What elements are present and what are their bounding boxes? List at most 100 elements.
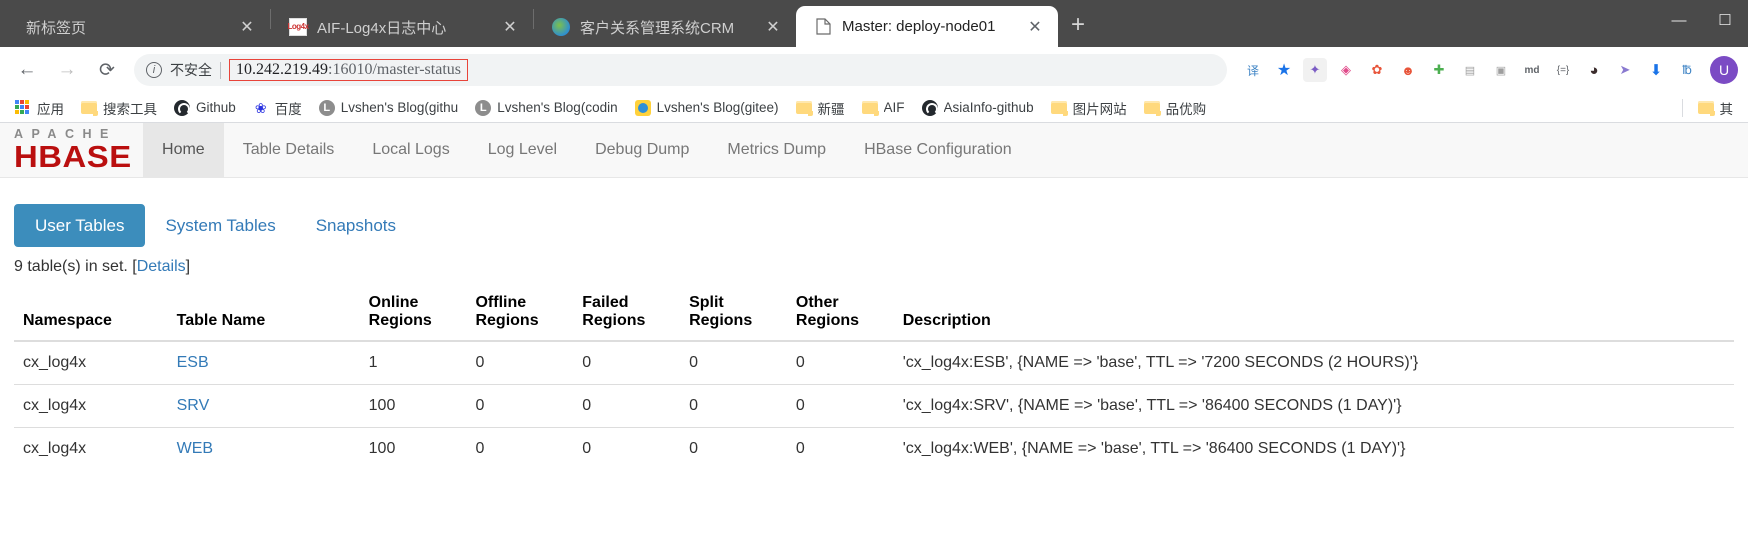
bookmark-label: 其	[1719, 101, 1734, 117]
extension-blue-icon[interactable]: ℔	[1675, 58, 1699, 82]
bookmark-label: Lvshen's Blog(githu	[340, 100, 459, 115]
bookmark-label: 百度	[274, 101, 302, 117]
bookmark-star-icon[interactable]: ★	[1272, 58, 1296, 82]
extension-gray-icon[interactable]: ▤	[1458, 58, 1482, 82]
bookmark-baidu[interactable]: ❀ 百度	[246, 95, 309, 121]
brand-hbase-text: HBASE	[14, 139, 132, 175]
bookmark-search-tools[interactable]: 搜索工具	[74, 95, 164, 121]
nav-link-home[interactable]: Home	[143, 123, 224, 177]
bookmark-asiainfo-github[interactable]: AsiaInfo-github	[915, 97, 1041, 119]
minimize-button[interactable]: —	[1656, 0, 1702, 40]
close-icon[interactable]: ✕	[501, 17, 519, 37]
back-icon[interactable]: ←	[10, 53, 44, 87]
browser-tab-2[interactable]: Log4x AIF-Log4x日志中心 ✕	[271, 7, 533, 47]
cell-namespace: cx_log4x	[14, 427, 168, 470]
extension-colorwheel-icon[interactable]: ✿	[1365, 58, 1389, 82]
nav-link-log-level[interactable]: Log Level	[469, 123, 576, 177]
extension-dark-icon[interactable]: ◕	[1582, 58, 1606, 82]
tab-snapshots[interactable]: Snapshots	[296, 205, 416, 246]
nav-link-local-logs[interactable]: Local Logs	[353, 123, 468, 177]
code-brackets-icon[interactable]: {=}	[1551, 58, 1575, 82]
table-type-tabs: User Tables System Tables Snapshots	[14, 204, 1734, 247]
cell-offline: 0	[466, 384, 574, 428]
user-tables-table: Namespace Table Name Online Regions Offl…	[14, 284, 1734, 470]
nav-link-debug-dump[interactable]: Debug Dump	[576, 123, 708, 177]
bookmark-lvshen-gitee[interactable]: Lvshen's Blog(gitee)	[628, 97, 786, 119]
cell-description: 'cx_log4x:SRV', {NAME => 'base', TTL => …	[893, 384, 1734, 428]
bookmark-lvshen-github[interactable]: L Lvshen's Blog(githu	[312, 97, 465, 119]
address-bar[interactable]: i 不安全 10.242.219.49:16010/master-status	[134, 54, 1227, 86]
bookmark-pinyougou[interactable]: 品优购	[1137, 95, 1214, 121]
cell-description: 'cx_log4x:WEB', {NAME => 'base', TTL => …	[893, 427, 1734, 470]
bookmark-image-sites[interactable]: 图片网站	[1044, 95, 1134, 121]
browser-tab-3[interactable]: 客户关系管理系统CRM ✕	[534, 7, 796, 47]
cell-online: 1	[368, 354, 378, 371]
folder-icon	[1143, 101, 1161, 116]
table-name-link[interactable]: SRV	[177, 397, 210, 414]
bookmark-xinjiang[interactable]: 新疆	[789, 95, 852, 121]
bookmark-apps[interactable]: 应用	[8, 95, 71, 121]
circle-l-icon: L	[318, 99, 335, 116]
close-icon[interactable]: ✕	[1026, 17, 1044, 37]
browser-tab-4-active[interactable]: Master: deploy-node01 ✕	[796, 6, 1058, 47]
table-count-prefix: 9 table(s) in set. [	[14, 258, 137, 275]
download-icon[interactable]: ⬇	[1644, 58, 1668, 82]
folder-icon	[861, 101, 879, 116]
tab-title: 客户关系管理系统CRM	[580, 19, 735, 37]
cell-table-name: WEB	[167, 427, 360, 470]
close-icon[interactable]: ✕	[764, 17, 782, 37]
avatar[interactable]: U	[1710, 56, 1738, 84]
col-namespace: Namespace	[14, 284, 168, 342]
reload-icon[interactable]: ⟳	[90, 53, 124, 87]
col-offline-regions: Offline Regions	[466, 284, 574, 342]
extension-green-icon[interactable]: ✚	[1427, 58, 1451, 82]
browser-toolbar: ← → ⟳ i 不安全 10.242.219.49:16010/master-s…	[0, 47, 1748, 93]
extension-frame-icon[interactable]: ▣	[1489, 58, 1513, 82]
github-icon	[174, 99, 190, 116]
table-row[interactable]: cx_log4x SRV 100 0 0 0 0 'cx_log4x:SRV',…	[14, 384, 1734, 428]
bookmark-other[interactable]: 其	[1691, 95, 1741, 121]
browser-tab-1[interactable]: 新标签页 ✕	[8, 7, 270, 47]
tab-system-tables[interactable]: System Tables	[145, 205, 295, 246]
cell-table-name: SRV	[167, 384, 360, 428]
markdown-icon[interactable]: md	[1520, 58, 1544, 82]
extension-pink-icon[interactable]: ◈	[1334, 58, 1358, 82]
github-icon	[921, 99, 938, 116]
bookmark-label: 图片网站	[1072, 101, 1127, 117]
hbase-logo[interactable]: APACHE HBASE	[10, 123, 143, 177]
extension-orange-icon[interactable]: ☻	[1396, 58, 1420, 82]
extension-purple-icon[interactable]: ✦	[1303, 58, 1327, 82]
table-name-link[interactable]: WEB	[177, 440, 213, 457]
tab-user-tables[interactable]: User Tables	[14, 204, 146, 247]
bookmark-aif[interactable]: AIF	[855, 97, 912, 118]
table-header-row: Namespace Table Name Online Regions Offl…	[14, 284, 1734, 342]
circle-l-icon: L	[475, 99, 492, 116]
folder-icon	[795, 101, 813, 116]
table-head: Namespace Table Name Online Regions Offl…	[14, 284, 1734, 342]
page-icon	[814, 18, 832, 36]
url-host: 10.242.219.49	[236, 61, 328, 78]
bookmark-lvshen-coding[interactable]: L Lvshen's Blog(codin	[468, 97, 624, 119]
table-row[interactable]: cx_log4x ESB 1 0 0 0 0 'cx_log4x:ESB', {…	[14, 341, 1734, 385]
translate-icon[interactable]: 译	[1241, 58, 1265, 82]
info-icon[interactable]: i	[146, 62, 162, 78]
maximize-button[interactable]: ☐	[1702, 0, 1748, 40]
url-text[interactable]: 10.242.219.49:16010/master-status	[229, 59, 468, 81]
table-row[interactable]: cx_log4x WEB 100 0 0 0 0 'cx_log4x:WEB',…	[14, 427, 1734, 470]
extension-flag-icon[interactable]: ➤	[1613, 58, 1637, 82]
bookmark-label: AsiaInfo-github	[943, 100, 1034, 115]
forward-icon[interactable]: →	[50, 53, 84, 87]
folder-icon	[1697, 101, 1715, 116]
table-count-suffix: ]	[185, 258, 191, 275]
nav-link-table-details[interactable]: Table Details	[224, 123, 354, 177]
nav-link-hbase-configuration[interactable]: HBase Configuration	[845, 123, 1031, 177]
table-name-link[interactable]: ESB	[177, 354, 209, 371]
details-link[interactable]: Details	[137, 258, 186, 275]
nav-link-metrics-dump[interactable]: Metrics Dump	[708, 123, 845, 177]
tab-title: AIF-Log4x日志中心	[317, 19, 447, 37]
window-controls: — ☐	[1656, 0, 1748, 40]
page-content: Tables User Tables System Tables Snapsho…	[0, 178, 1748, 470]
close-icon[interactable]: ✕	[238, 17, 256, 37]
bookmark-github[interactable]: Github	[167, 97, 243, 119]
new-tab-button[interactable]: +	[1058, 5, 1098, 45]
